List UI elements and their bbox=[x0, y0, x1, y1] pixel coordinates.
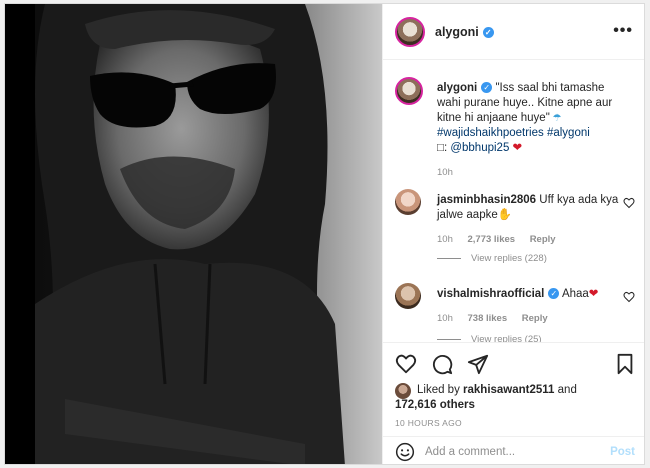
screenshot-frame: alygoni ✓ ••• alygoni ✓ "Iss saal bhi tama… bbox=[0, 0, 650, 468]
liked-by-prefix: Liked by bbox=[417, 384, 464, 396]
liker-avatar[interactable] bbox=[395, 383, 411, 399]
view-replies-button[interactable]: View replies (25) bbox=[437, 334, 542, 342]
liked-by-others[interactable]: 172,616 others bbox=[395, 399, 475, 411]
more-dots-icon[interactable]: ••• bbox=[613, 22, 633, 40]
verified-badge-icon: ✓ bbox=[481, 82, 493, 94]
photo-illustration bbox=[5, 4, 382, 464]
author-avatar[interactable] bbox=[395, 16, 425, 47]
view-replies-button[interactable]: View replies (228) bbox=[437, 253, 547, 264]
post-actions: Liked by rakhisawant2511 and 172,616 oth… bbox=[383, 342, 644, 464]
heart-emoji-icon: ❤ bbox=[588, 288, 599, 300]
liked-by-text: Liked by rakhisawant2511 and bbox=[417, 383, 635, 398]
add-comment-bar: Add a comment... Post bbox=[383, 436, 644, 464]
sweat-emoji-icon: ☂ bbox=[549, 113, 562, 124]
add-comment-input[interactable]: Add a comment... bbox=[425, 446, 610, 458]
post-photo[interactable] bbox=[5, 4, 382, 464]
comment-body: jasminbhasin2806 Uff kya ada kya jalwe a… bbox=[437, 193, 623, 247]
comment-bubble-icon[interactable] bbox=[431, 353, 453, 375]
verified-badge-icon: ✓ bbox=[482, 26, 494, 38]
post-header: alygoni ✓ ••• bbox=[383, 4, 644, 60]
heart-emoji-icon: ❤ bbox=[509, 142, 523, 154]
liked-by-user[interactable]: rakhisawant2511 bbox=[463, 384, 554, 396]
commenter-avatar[interactable] bbox=[395, 283, 421, 309]
comment-meta: 10h 738 likes Reply bbox=[437, 311, 623, 326]
bookmark-icon[interactable] bbox=[615, 353, 635, 375]
comment-text: Ahaa bbox=[561, 288, 589, 300]
view-replies-label[interactable]: View replies (228) bbox=[471, 253, 547, 264]
divider-line bbox=[437, 339, 461, 340]
liked-by-and: and bbox=[554, 384, 577, 396]
comment-reply-button[interactable]: Reply bbox=[522, 313, 548, 324]
comment-time[interactable]: 10h bbox=[437, 313, 453, 324]
verified-badge-icon: ✓ bbox=[548, 288, 560, 300]
caption-credit-handle[interactable]: @bbhupi25 bbox=[450, 142, 509, 154]
comment-meta: 10h 2,773 likes Reply bbox=[437, 232, 623, 247]
caption-body: alygoni ✓ "Iss saal bhi tamashe wahi pura… bbox=[437, 81, 623, 180]
post-side-panel: alygoni ✓ ••• alygoni ✓ "Iss saal bhi tama… bbox=[382, 4, 644, 464]
caption-avatar[interactable] bbox=[395, 77, 423, 105]
heart-outline-icon[interactable] bbox=[623, 197, 635, 209]
caption-time[interactable]: 10h bbox=[437, 167, 453, 178]
comment-likes[interactable]: 738 likes bbox=[468, 313, 508, 324]
smiley-icon[interactable] bbox=[395, 442, 415, 462]
divider-line bbox=[437, 258, 461, 259]
commenter-avatar[interactable] bbox=[395, 189, 421, 215]
author-username-text[interactable]: alygoni bbox=[435, 25, 479, 39]
caption-credit-prefix: □: bbox=[437, 142, 451, 154]
liked-by: Liked by rakhisawant2511 and 172,616 oth… bbox=[395, 383, 635, 413]
caption-meta: 10h bbox=[437, 165, 623, 180]
post-comment-button[interactable]: Post bbox=[610, 446, 635, 458]
hand-emoji-icon: ✋ bbox=[497, 209, 513, 221]
comment-body: vishalmishraofficial ✓ Ahaa❤ 10h 738 like… bbox=[437, 287, 623, 326]
comments-list[interactable]: alygoni ✓ "Iss saal bhi tamashe wahi pura… bbox=[383, 61, 644, 342]
comment-time[interactable]: 10h bbox=[437, 234, 453, 245]
action-icons bbox=[395, 353, 489, 375]
like-heart-icon[interactable] bbox=[395, 353, 417, 375]
view-replies-label[interactable]: View replies (25) bbox=[471, 334, 542, 342]
share-paper-plane-icon[interactable] bbox=[467, 353, 489, 375]
comment-username[interactable]: vishalmishraofficial bbox=[437, 288, 544, 300]
caption-username[interactable]: alygoni bbox=[437, 82, 477, 94]
heart-outline-icon[interactable] bbox=[623, 291, 635, 303]
comment-username[interactable]: jasminbhasin2806 bbox=[437, 194, 536, 206]
comment-likes[interactable]: 2,773 likes bbox=[468, 234, 516, 245]
instagram-post: alygoni ✓ ••• alygoni ✓ "Iss saal bhi tama… bbox=[4, 3, 645, 465]
comment-reply-button[interactable]: Reply bbox=[530, 234, 556, 245]
caption-hashtags[interactable]: #wajidshaikhpoetries #alygoni bbox=[437, 127, 590, 139]
author-username[interactable]: alygoni ✓ bbox=[435, 25, 494, 39]
post-time-ago[interactable]: 10 HOURS AGO bbox=[395, 418, 462, 428]
